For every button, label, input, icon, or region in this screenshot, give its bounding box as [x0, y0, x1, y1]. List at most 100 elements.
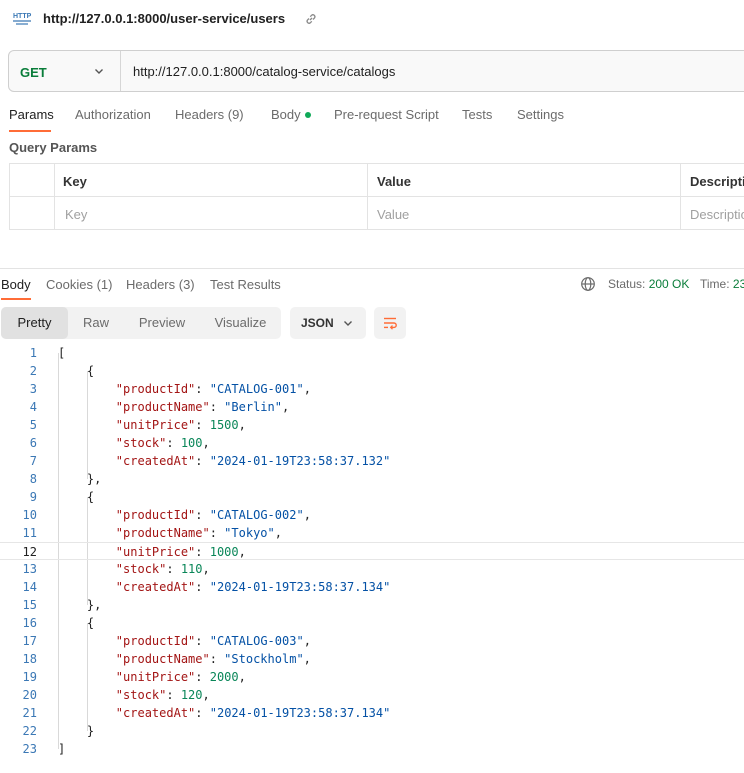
code-line: 13 "stock": 110,	[0, 560, 744, 578]
globe-icon[interactable]	[580, 276, 596, 292]
view-raw-button[interactable]: Raw	[68, 307, 124, 339]
active-response-tab-indicator	[1, 298, 31, 300]
http-request-icon: HTTP	[13, 13, 32, 25]
response-tab-headers[interactable]: Headers (3)	[126, 277, 195, 292]
code-text: "productName": "Berlin",	[115, 400, 290, 414]
code-text: "unitPrice": 1500,	[115, 418, 246, 432]
line-number: 17	[22, 634, 37, 648]
code-text: [	[58, 346, 66, 360]
code-line: 1[	[0, 344, 744, 362]
status-value[interactable]: 200 OK	[649, 277, 690, 291]
code-line: 17 "productId": "CATALOG-003",	[0, 632, 744, 650]
column-header-value: Value	[377, 174, 411, 189]
tab-body-label: Body	[271, 107, 301, 122]
response-tab-cookies[interactable]: Cookies (1)	[46, 277, 112, 292]
tab-headers[interactable]: Headers (9)	[175, 107, 244, 122]
line-number: 10	[22, 508, 37, 522]
code-line: 16 {	[0, 614, 744, 632]
code-text: {	[58, 616, 95, 630]
json-value: 2024-01-19T23:58:37.134	[216, 580, 384, 594]
line-number: 11	[22, 526, 37, 540]
json-value: 120	[180, 688, 203, 702]
code-text: "createdAt": "2024-01-19T23:58:37.132"	[115, 454, 391, 468]
params-empty-row: Key Value Description	[10, 197, 744, 230]
line-number: 16	[22, 616, 37, 630]
line-number: 1	[29, 346, 37, 360]
view-pretty-button[interactable]: Pretty	[1, 307, 68, 339]
json-value: 2000	[209, 670, 239, 684]
json-value: Tokyo	[231, 526, 268, 540]
response-tab-body[interactable]: Body	[1, 277, 31, 292]
chevron-down-icon[interactable]	[93, 65, 105, 77]
link-icon[interactable]	[304, 12, 318, 26]
json-value: 1500	[209, 418, 239, 432]
line-number: 3	[29, 382, 37, 396]
code-text: "productId": "CATALOG-001",	[115, 382, 311, 396]
wrap-lines-icon	[384, 317, 397, 330]
response-body-code[interactable]: 1[ 2 { 3 "productId": "CATALOG-001", 4 "…	[0, 344, 744, 764]
line-number: 19	[22, 670, 37, 684]
code-line: 9 {	[0, 488, 744, 506]
query-params-label: Query Params	[9, 140, 98, 155]
code-text: "productName": "Tokyo",	[115, 526, 282, 540]
tab-tests[interactable]: Tests	[462, 107, 492, 122]
chevron-down-icon	[344, 321, 352, 326]
line-number: 2	[29, 364, 37, 378]
line-number: 13	[22, 562, 37, 576]
tab-settings[interactable]: Settings	[517, 107, 564, 122]
view-preview-button[interactable]: Preview	[124, 307, 200, 339]
param-description-input[interactable]: Description	[690, 207, 744, 222]
time-value[interactable]: 23	[733, 277, 744, 291]
code-text: }	[58, 724, 95, 738]
tab-pre-request-script[interactable]: Pre-request Script	[334, 107, 439, 122]
url-input[interactable]: http://127.0.0.1:8000/catalog-service/ca…	[133, 64, 395, 79]
wrap-lines-button[interactable]	[374, 307, 406, 339]
code-line: 20 "stock": 120,	[0, 686, 744, 704]
time-label: Time:	[700, 277, 730, 291]
json-value: 1000	[209, 545, 239, 559]
code-line: 4 "productName": "Berlin",	[0, 398, 744, 416]
json-value: Berlin	[231, 400, 275, 414]
response-tab-test-results[interactable]: Test Results	[210, 277, 281, 292]
json-value: Stockholm	[231, 652, 297, 666]
request-title[interactable]: http://127.0.0.1:8000/user-service/users	[43, 11, 285, 26]
method-select[interactable]: GET	[20, 65, 47, 80]
request-tabs: Params Authorization Headers (9) Body Pr…	[0, 104, 744, 132]
line-number: 23	[22, 742, 37, 756]
tab-body[interactable]: Body	[271, 107, 311, 122]
json-value: 100	[180, 436, 203, 450]
tab-authorization[interactable]: Authorization	[75, 107, 151, 122]
current-code-line: 12 "unitPrice": 1000,	[0, 542, 744, 560]
line-number: 9	[29, 490, 37, 504]
format-select[interactable]: JSON	[290, 307, 366, 339]
tab-params[interactable]: Params	[9, 107, 54, 122]
table-divider	[680, 164, 681, 229]
svg-text:HTTP: HTTP	[13, 13, 32, 20]
json-value: CATALOG-003	[216, 634, 297, 648]
code-text: "unitPrice": 2000,	[115, 670, 246, 684]
line-number: 15	[22, 598, 37, 612]
code-text: "stock": 110,	[115, 562, 210, 576]
response-tabs: Body Cookies (1) Headers (3) Test Result…	[0, 270, 744, 300]
line-number: 7	[29, 454, 37, 468]
code-text: "stock": 100,	[115, 436, 210, 450]
request-title-bar: HTTP http://127.0.0.1:8000/user-service/…	[0, 0, 744, 38]
line-number: 14	[22, 580, 37, 594]
code-line: 15 },	[0, 596, 744, 614]
column-header-description: Description	[690, 174, 744, 189]
code-text: "stock": 120,	[115, 688, 210, 702]
code-line: 14 "createdAt": "2024-01-19T23:58:37.134…	[0, 578, 744, 596]
format-label: JSON	[301, 316, 334, 330]
code-text: "createdAt": "2024-01-19T23:58:37.134"	[115, 580, 391, 594]
code-line: 19 "unitPrice": 2000,	[0, 668, 744, 686]
param-key-input[interactable]: Key	[65, 207, 87, 222]
line-number: 18	[22, 652, 37, 666]
view-visualize-button[interactable]: Visualize	[200, 307, 281, 339]
line-number: 8	[29, 472, 37, 486]
code-line: 21 "createdAt": "2024-01-19T23:58:37.134…	[0, 704, 744, 722]
param-value-input[interactable]: Value	[377, 207, 409, 222]
response-time: Time: 23	[700, 277, 744, 291]
query-params-table: Key Value Description Key Value Descript…	[9, 163, 744, 230]
code-text: },	[58, 598, 102, 612]
code-line: 22 }	[0, 722, 744, 740]
